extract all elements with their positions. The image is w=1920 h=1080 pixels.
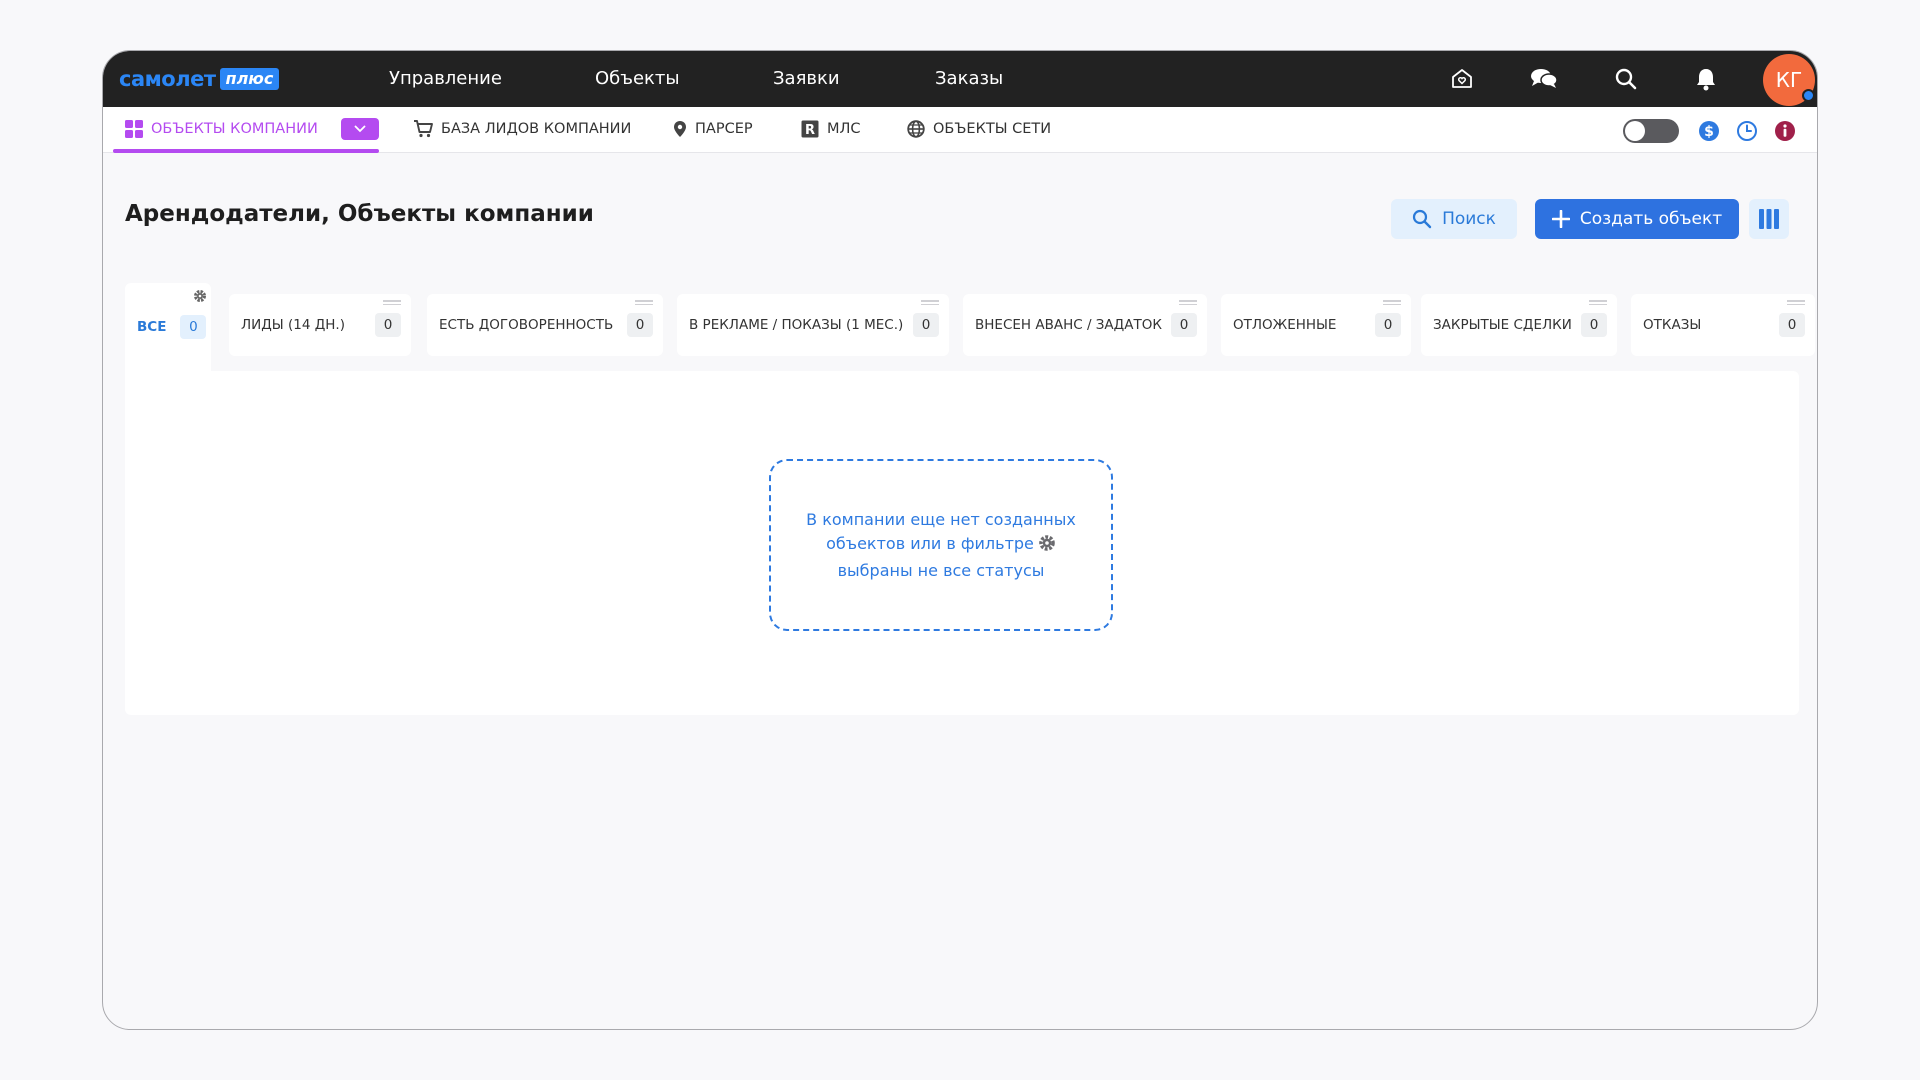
status-tab-count: 0 [1779, 313, 1805, 337]
status-tab-closed-deals[interactable]: ЗАКРЫТЫЕ СДЕЛКИ 0 [1421, 294, 1617, 356]
status-tab-label: ВНЕСЕН АВАНС / ЗАДАТОК [975, 317, 1162, 333]
status-tab-count: 0 [1375, 313, 1401, 337]
subnav-tab-network-objects[interactable]: ОБЪЕКТЫ СЕТИ [907, 120, 1051, 138]
gear-icon[interactable] [1038, 534, 1056, 559]
status-tab-count: 0 [180, 315, 207, 339]
cart-icon [414, 120, 433, 138]
page-title: Арендодатели, Объекты компании [125, 201, 594, 227]
drag-handle-icon[interactable] [921, 300, 939, 306]
toggle-knob [1625, 121, 1645, 141]
status-tab-label: ЛИДЫ (14 ДН.) [241, 317, 345, 333]
app-window: самолет плюс Управление Объекты Заявки З… [102, 50, 1818, 1030]
info-icon[interactable] [1773, 119, 1797, 143]
search-button-label: Поиск [1442, 209, 1496, 229]
brand-name: самолет [119, 67, 216, 91]
mode-toggle[interactable] [1623, 119, 1679, 143]
drag-handle-icon[interactable] [383, 300, 401, 306]
status-tab-refusals[interactable]: ОТКАЗЫ 0 [1631, 294, 1815, 356]
columns-icon [1759, 209, 1779, 229]
subnav-tab-leads-base[interactable]: БАЗА ЛИДОВ КОМПАНИИ [413, 120, 631, 138]
empty-state-message: В компании еще нет созданных объектов ил… [796, 508, 1086, 583]
status-tab-count: 0 [1581, 313, 1607, 337]
status-tab-leads[interactable]: ЛИДЫ (14 ДН.) 0 [229, 294, 411, 356]
clock-icon[interactable] [1735, 119, 1759, 143]
chevron-down-icon [354, 125, 366, 133]
create-object-button[interactable]: Создать объект [1535, 199, 1739, 239]
topnav-item-requests[interactable]: Заявки [773, 68, 840, 89]
empty-state-line-2: объектов или в фильтре [826, 533, 1034, 553]
gear-icon[interactable] [193, 288, 207, 307]
plus-icon [1551, 210, 1570, 228]
avatar-initials: КГ [1775, 68, 1803, 92]
empty-state-box: В компании еще нет созданных объектов ил… [769, 459, 1113, 631]
subnav-tab-company-objects[interactable]: ОБЪЕКТЫ КОМПАНИИ [125, 120, 318, 138]
subnav-label-parser: ПАРСЕР [695, 121, 753, 137]
status-tab-all[interactable]: ВСЕ 0 [125, 283, 211, 371]
grid-icon [125, 120, 143, 138]
sub-navigation: ОБЪЕКТЫ КОМПАНИИ БАЗА ЛИДОВ КОМПАНИИ ПАР… [103, 107, 1817, 153]
pin-icon [674, 121, 686, 137]
status-tab-label: ОТЛОЖЕННЫЕ [1233, 317, 1337, 333]
subnav-label-mls: МЛС [827, 121, 861, 137]
status-tab-advertising[interactable]: В РЕКЛАМЕ / ПОКАЗЫ (1 МЕС.) 0 [677, 294, 949, 356]
columns-view-button[interactable] [1749, 199, 1789, 239]
r-badge-icon: R [801, 120, 819, 138]
globe-icon [907, 120, 925, 138]
topnav-item-objects[interactable]: Объекты [595, 68, 680, 89]
status-tab-postponed[interactable]: ОТЛОЖЕННЫЕ 0 [1221, 294, 1411, 356]
svg-text:R: R [805, 123, 815, 138]
status-tab-label: ЕСТЬ ДОГОВОРЕННОСТЬ [439, 317, 614, 333]
subnav-label-leads-base: БАЗА ЛИДОВ КОМПАНИИ [441, 121, 632, 137]
search-icon[interactable] [1611, 64, 1641, 94]
search-button[interactable]: Поиск [1391, 199, 1517, 239]
drag-handle-icon[interactable] [1383, 300, 1401, 306]
subnav-label-network-objects: ОБЪЕКТЫ СЕТИ [933, 121, 1052, 137]
drag-handle-icon[interactable] [1589, 300, 1607, 306]
brand-plus: плюс [219, 68, 280, 90]
empty-state-line-1: В компании еще нет созданных [806, 509, 1076, 529]
empty-state-line-3: выбраны не все статусы [837, 560, 1045, 580]
status-tab-deposit[interactable]: ВНЕСЕН АВАНС / ЗАДАТОК 0 [963, 294, 1207, 356]
status-tab-count: 0 [913, 313, 939, 337]
topnav-item-management[interactable]: Управление [389, 68, 502, 89]
drag-handle-icon[interactable] [635, 300, 653, 306]
status-tab-label: ЗАКРЫТЫЕ СДЕЛКИ [1433, 317, 1572, 333]
avatar[interactable]: КГ [1763, 54, 1815, 106]
status-tab-label: ОТКАЗЫ [1643, 317, 1702, 333]
dollar-icon[interactable]: $ [1697, 119, 1721, 143]
topnav-item-orders[interactable]: Заказы [935, 68, 1003, 89]
status-tab-label: В РЕКЛАМЕ / ПОКАЗЫ (1 МЕС.) [689, 317, 904, 333]
search-icon [1412, 209, 1432, 229]
online-status-dot [1802, 89, 1815, 102]
status-tab-count: 0 [375, 313, 401, 337]
chat-icon[interactable] [1529, 64, 1559, 94]
active-tab-underline [113, 149, 379, 153]
bell-icon[interactable] [1691, 64, 1721, 94]
create-object-label: Создать объект [1579, 209, 1723, 229]
drag-handle-icon[interactable] [1787, 300, 1805, 306]
status-tab-agreement[interactable]: ЕСТЬ ДОГОВОРЕННОСТЬ 0 [427, 294, 663, 356]
status-tab-count: 0 [1171, 313, 1197, 337]
top-bar: самолет плюс Управление Объекты Заявки З… [103, 51, 1817, 107]
company-objects-dropdown-button[interactable] [341, 118, 379, 140]
home-heart-icon[interactable] [1447, 64, 1477, 94]
brand-logo[interactable]: самолет плюс [119, 67, 280, 91]
drag-handle-icon[interactable] [1179, 300, 1197, 306]
subnav-tab-mls[interactable]: R МЛС [801, 120, 861, 138]
svg-text:$: $ [1704, 124, 1714, 140]
status-tab-count: 0 [627, 313, 653, 337]
subnav-tab-parser[interactable]: ПАРСЕР [673, 120, 753, 138]
status-tab-label: ВСЕ [137, 319, 167, 335]
subnav-label-company-objects: ОБЪЕКТЫ КОМПАНИИ [151, 121, 318, 137]
